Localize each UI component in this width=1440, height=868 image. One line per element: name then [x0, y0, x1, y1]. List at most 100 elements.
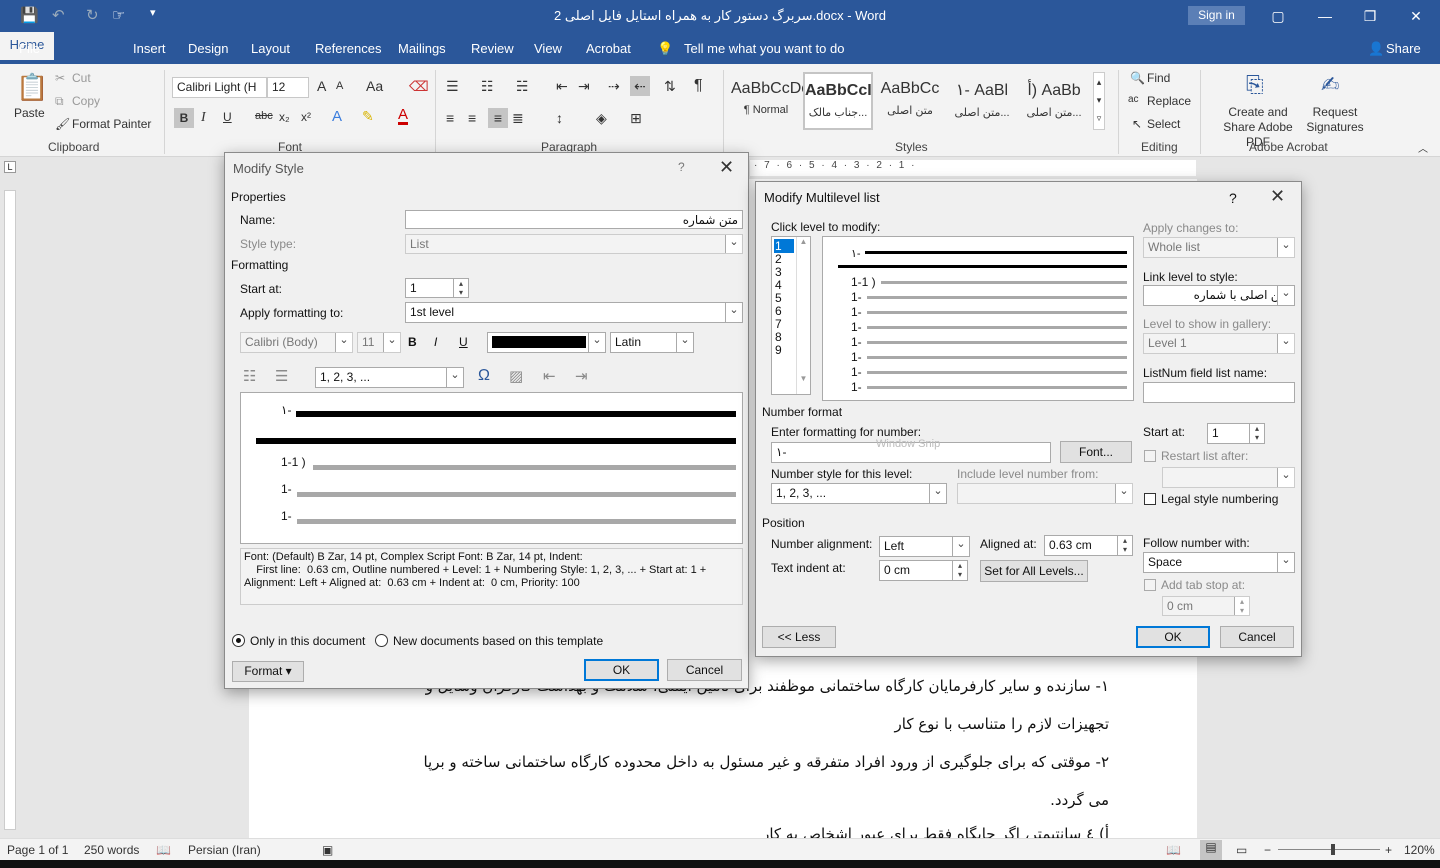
close-button[interactable]: ✕ [1396, 4, 1436, 28]
level-item[interactable]: 9 [775, 343, 782, 357]
set-all-levels-button[interactable]: Set for All Levels... [980, 560, 1088, 582]
tab-layout[interactable]: Layout [251, 41, 290, 56]
name-field[interactable]: متن شماره [405, 210, 743, 229]
style-numbered[interactable]: ١- AaBl متن اصلی... [947, 72, 1017, 130]
superscript-button[interactable]: x² [301, 110, 311, 124]
new-documents-label[interactable]: New documents based on this template [393, 634, 603, 648]
adobe-pdf-icon[interactable]: ⎘ [1246, 72, 1264, 98]
format-button[interactable]: Format ▾ [232, 661, 304, 682]
restart-list-checkbox[interactable] [1144, 450, 1156, 462]
underline-button[interactable]: U [459, 335, 468, 349]
aligned-at-spinner[interactable]: ▴ ▾ [1117, 536, 1132, 555]
align-right-icon[interactable]: ≡ [488, 108, 508, 128]
change-case-button[interactable]: Aa [366, 78, 383, 94]
increase-indent-icon[interactable]: ⇥ [578, 78, 590, 95]
level-item[interactable]: 4 [775, 278, 782, 292]
macro-icon[interactable]: ▣ [322, 843, 333, 857]
level-list[interactable]: 1 2 3 4 5 6 7 8 9 ▲ ▼ [771, 236, 811, 395]
cut-button[interactable]: Cut [72, 71, 91, 85]
font-button[interactable]: Font... [1060, 441, 1132, 463]
legal-style-checkbox[interactable] [1144, 493, 1156, 505]
share-button[interactable]: Share [1386, 41, 1421, 56]
cancel-button[interactable]: Cancel [1220, 626, 1294, 648]
format-painter-button[interactable]: Format Painter [72, 117, 151, 131]
tab-review[interactable]: Review [471, 41, 514, 56]
gallery-level-select[interactable]: Level 1 [1143, 333, 1295, 354]
clear-formatting-icon[interactable]: ⌫ [409, 78, 429, 95]
ltr-icon[interactable]: ⇢ [608, 78, 620, 95]
sign-in-button[interactable]: Sign in [1188, 6, 1245, 25]
listnum-field[interactable] [1143, 382, 1295, 403]
bulleted-list-icon[interactable]: ☰ [275, 367, 288, 385]
less-button[interactable]: << Less [762, 626, 836, 648]
shading-icon[interactable]: ◈ [596, 110, 607, 127]
zoom-in-icon[interactable]: + [1385, 843, 1392, 857]
start-at-spinner[interactable]: ▴ ▾ [453, 279, 468, 297]
restart-list-select[interactable] [1162, 467, 1295, 488]
level-item[interactable]: 3 [775, 265, 782, 279]
tab-insert[interactable]: Insert [133, 41, 166, 56]
minimize-button[interactable]: — [1305, 4, 1345, 28]
tab-file[interactable]: File [19, 41, 40, 56]
read-mode-icon[interactable]: 📖 [1166, 843, 1181, 857]
multilevel-list-icon[interactable]: ☵ [516, 78, 529, 95]
tab-view[interactable]: View [534, 41, 562, 56]
paste-icon[interactable]: 📋 [16, 72, 48, 103]
tab-acrobat[interactable]: Acrobat [586, 41, 631, 56]
subscript-button[interactable]: x₂ [279, 110, 290, 124]
rtl-icon[interactable]: ⇠ [630, 76, 650, 96]
zoom-slider[interactable] [1278, 849, 1380, 850]
tab-selector-icon[interactable]: L [4, 161, 16, 173]
align-left-icon[interactable]: ≡ [446, 110, 454, 126]
tab-design[interactable]: Design [188, 41, 228, 56]
line-spacing-icon[interactable]: ↕ [556, 110, 563, 126]
font-size-box[interactable]: 12 [267, 77, 309, 98]
level-item[interactable]: 2 [775, 252, 782, 266]
script-select[interactable]: Latin [610, 332, 694, 353]
ribbon-display-options-icon[interactable]: ▢ [1258, 4, 1298, 28]
page-count[interactable]: Page 1 of 1 [7, 843, 68, 857]
font-name-box[interactable]: Calibri Light (H [172, 77, 267, 98]
style-lettered[interactable]: أ) AaBb متن اصلی... [1019, 72, 1089, 130]
find-button[interactable]: Find [1147, 71, 1170, 85]
style-selected[interactable]: AaBbCcI جناب مالک... [803, 72, 873, 130]
picture-bullet-icon[interactable]: ▨ [509, 367, 523, 385]
ok-button[interactable]: OK [1136, 626, 1210, 648]
styles-scroll-icon[interactable]: ▴ ▾ ▿ [1093, 72, 1105, 130]
replace-button[interactable]: Replace [1147, 94, 1191, 108]
follow-number-select[interactable]: Space [1143, 552, 1295, 573]
zoom-level[interactable]: 120% [1404, 843, 1435, 857]
level-item[interactable]: 8 [775, 330, 782, 344]
print-layout-icon[interactable]: ▤ [1200, 840, 1222, 860]
start-at-spinner[interactable]: ▴ ▾ [1249, 424, 1264, 443]
close-icon[interactable]: ✕ [719, 157, 734, 178]
select-button[interactable]: Select [1147, 117, 1180, 131]
bold-button[interactable]: B [408, 335, 417, 349]
strikethrough-button[interactable]: abc [255, 110, 273, 122]
decrease-indent-icon[interactable]: ⇤ [543, 367, 556, 385]
level-list-scrollbar[interactable]: ▲ ▼ [796, 237, 810, 394]
apply-changes-select[interactable]: Whole list [1143, 237, 1295, 258]
numbered-list-icon[interactable]: ☷ [243, 367, 256, 385]
add-tab-stop-checkbox[interactable] [1144, 579, 1156, 591]
bold-button[interactable]: B [174, 108, 194, 128]
text-effects-icon[interactable]: A [332, 108, 342, 125]
size-select[interactable]: 11 [357, 332, 401, 353]
include-level-select[interactable] [957, 483, 1133, 504]
style-normal[interactable]: AaBbCcDc ¶ Normal [731, 72, 809, 130]
ok-button[interactable]: OK [584, 659, 659, 681]
italic-button[interactable]: I [434, 335, 437, 349]
apply-formatting-select[interactable]: 1st level [405, 302, 743, 323]
legal-style-label[interactable]: Legal style numbering [1161, 492, 1278, 506]
request-signatures-button[interactable]: Request Signatures [1306, 105, 1364, 135]
font-select[interactable]: Calibri (Body) [240, 332, 353, 353]
color-select[interactable] [487, 332, 606, 353]
add-tab-stop-spinner[interactable]: ▴ ▾ [1234, 597, 1249, 615]
number-style-select[interactable]: 1, 2, 3, ... [771, 483, 947, 504]
tab-mailings[interactable]: Mailings [398, 41, 446, 56]
underline-button[interactable]: U [223, 110, 232, 124]
language-indicator[interactable]: Persian (Iran) [188, 843, 261, 857]
style-type-select[interactable]: List [405, 234, 743, 254]
help-button[interactable]: ? [1229, 190, 1237, 206]
bullets-icon[interactable]: ☰ [446, 78, 459, 95]
